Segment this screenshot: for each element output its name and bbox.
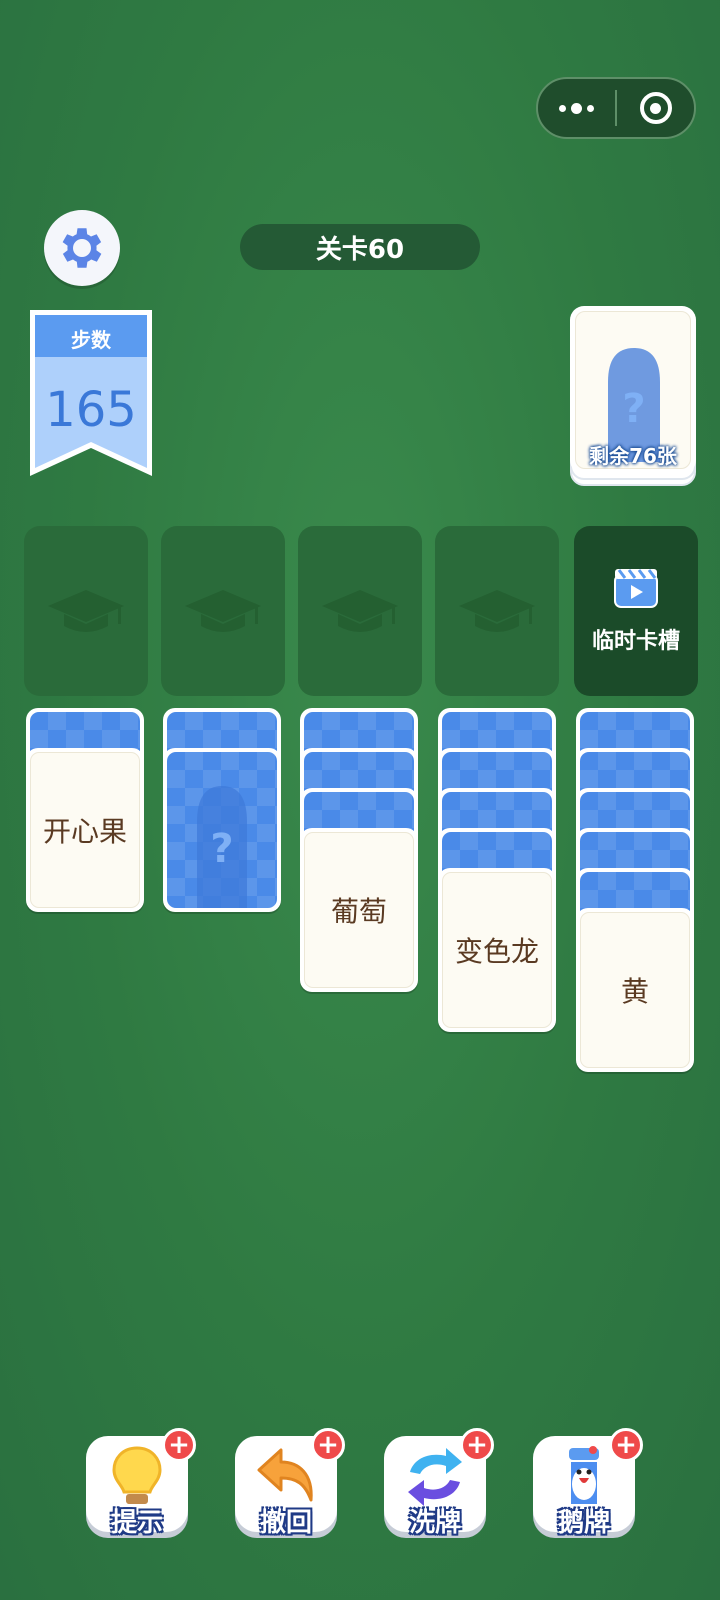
shuffle-button[interactable]: + 洗牌	[384, 1428, 494, 1538]
gear-icon	[62, 228, 102, 268]
hint-button[interactable]: + 提示	[86, 1428, 196, 1538]
shuffle-label: 洗牌	[408, 1508, 461, 1538]
temp-card-slot[interactable]: 临时卡槽	[574, 526, 698, 696]
hint-label: 提示	[110, 1508, 163, 1538]
graduation-cap-icon	[322, 590, 398, 632]
shuffle-arrows-icon	[408, 1448, 462, 1506]
graduation-cap-icon	[459, 590, 535, 632]
add-undo-badge[interactable]: +	[311, 1428, 345, 1462]
word-card[interactable]: 变色龙	[438, 868, 556, 1032]
graduation-cap-icon	[185, 590, 261, 632]
add-shuffle-badge[interactable]: +	[460, 1428, 494, 1462]
goose-card-button[interactable]: + 鹅牌	[533, 1428, 643, 1538]
foundation-slot-3[interactable]	[298, 526, 422, 696]
word-card-text: 黄	[580, 912, 690, 1068]
face-down-card[interactable]: ?	[163, 748, 281, 912]
more-menu-button[interactable]	[538, 79, 615, 137]
video-play-icon	[614, 569, 658, 608]
word-card[interactable]: 开心果	[26, 748, 144, 912]
remaining-cards-label: 剩余76张	[589, 444, 677, 468]
steps-label: 步数	[71, 328, 111, 352]
undo-arrow-icon	[257, 1448, 313, 1502]
goose-label: 鹅牌	[557, 1508, 610, 1538]
add-hint-badge[interactable]: +	[162, 1428, 196, 1462]
ghost-question-icon: ?	[197, 786, 247, 908]
undo-label: 撤回	[259, 1508, 312, 1538]
word-card[interactable]: 葡萄	[300, 828, 418, 992]
miniprogram-capsule	[536, 77, 696, 139]
add-goose-badge[interactable]: +	[609, 1428, 643, 1462]
svg-text:?: ?	[622, 386, 645, 432]
word-card-text: 葡萄	[304, 832, 414, 988]
word-card[interactable]: 黄	[576, 908, 694, 1072]
level-title: 关卡60	[240, 224, 480, 270]
graduation-cap-icon	[48, 590, 124, 632]
word-card-text: 开心果	[30, 752, 140, 908]
steps-value: 165	[45, 382, 137, 438]
foundation-slot-1[interactable]	[24, 526, 148, 696]
foundation-slot-2[interactable]	[161, 526, 285, 696]
more-dots-icon	[559, 102, 594, 114]
close-miniprogram-button[interactable]	[617, 79, 694, 137]
temp-slot-label: 临时卡槽	[591, 629, 680, 654]
svg-text:?: ?	[210, 826, 233, 872]
foundation-slot-4[interactable]	[435, 526, 559, 696]
target-icon	[639, 92, 672, 124]
undo-button[interactable]: + 撤回	[235, 1428, 345, 1538]
goose-icon	[569, 1446, 599, 1504]
settings-button[interactable]	[44, 210, 120, 286]
lightbulb-icon	[112, 1446, 162, 1504]
word-card-text: 变色龙	[442, 872, 552, 1028]
